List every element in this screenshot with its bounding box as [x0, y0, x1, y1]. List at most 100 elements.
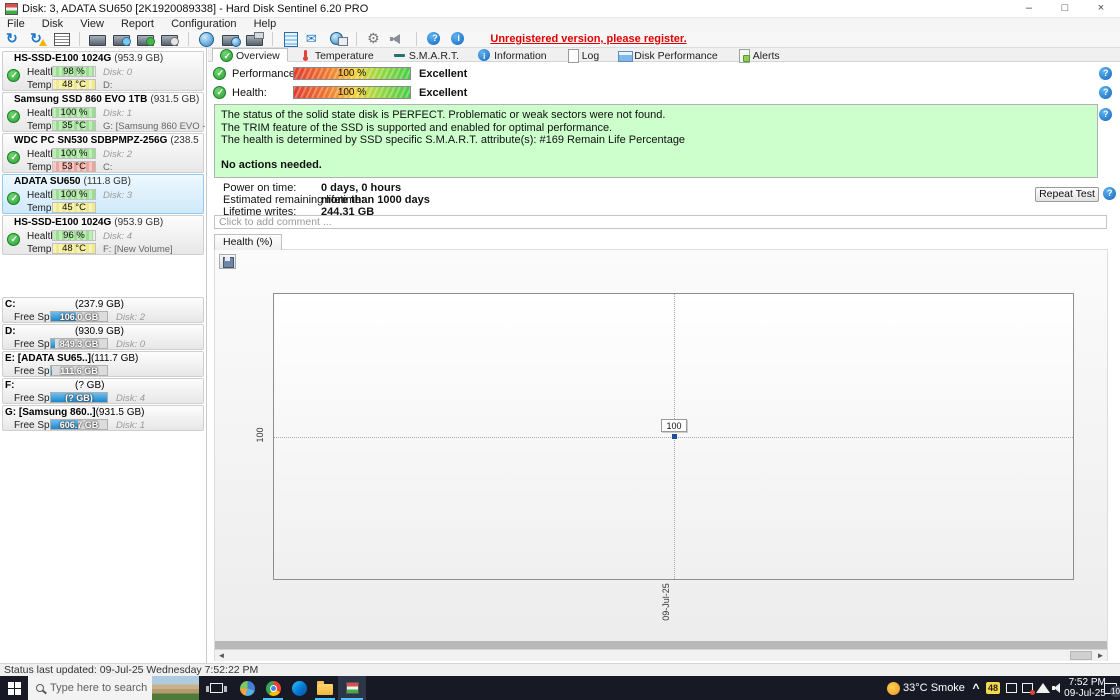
tab-alerts[interactable]: Alerts: [729, 48, 788, 62]
help-icon[interactable]: [424, 31, 445, 47]
disk-name: WDC PC SN530 SDBPMPZ-256G: [14, 135, 167, 146]
partition-size: (? GB): [75, 380, 104, 391]
disk-item-0[interactable]: HS-SSD-E100 1024G(953.9 GB) Health: 98 %…: [2, 51, 204, 91]
disk-name: ADATA SU650: [14, 176, 81, 187]
search-icon: [36, 684, 44, 692]
maximize-button[interactable]: □: [1050, 0, 1080, 18]
weather-text[interactable]: 33°C Smoke: [902, 676, 966, 700]
network-button[interactable]: [1035, 676, 1051, 700]
scroll-right-arrow[interactable]: ►: [1094, 650, 1107, 661]
comment-input[interactable]: [214, 215, 1107, 229]
report-icon[interactable]: [280, 31, 301, 47]
chart-tab-health[interactable]: Health (%): [214, 234, 282, 250]
disk-number-label: Disk: 0: [103, 67, 132, 78]
partition-name: G: [Samsung 860..]: [5, 407, 96, 418]
news-taskbar-button[interactable]: [234, 676, 260, 700]
sound-icon[interactable]: [388, 31, 409, 47]
tab-log[interactable]: Log: [558, 48, 608, 62]
tray-app-2[interactable]: [1019, 676, 1035, 700]
repeat-test-help-icon[interactable]: [1103, 187, 1116, 200]
taskbar-search[interactable]: Type here to search: [28, 676, 199, 700]
task-view-icon: [210, 683, 223, 693]
refresh-alert-icon[interactable]: [27, 31, 48, 47]
health-label: Health:: [27, 67, 49, 78]
menu-report[interactable]: Report: [114, 18, 161, 31]
tray-expand-button[interactable]: ^: [968, 676, 984, 700]
free-space-bar: 849.3 GB: [50, 338, 108, 349]
health-bar: 100 %: [293, 86, 411, 99]
disk-item-4[interactable]: HS-SSD-E100 1024G(953.9 GB) Health: 96 %…: [2, 215, 204, 255]
disk-icon[interactable]: [87, 31, 108, 47]
partition-item-d[interactable]: D:(930.9 GB) Free Space 849.3 GB Disk: 0: [2, 324, 204, 350]
tray-alert-icon: [1022, 683, 1033, 693]
action-center-button[interactable]: 10: [1100, 676, 1120, 700]
disk-ok-icon: [7, 69, 20, 82]
disk-search-icon[interactable]: [159, 31, 180, 47]
disk-ok-icon[interactable]: [135, 31, 156, 47]
health-bar: 100 %: [52, 107, 96, 118]
partition-item-g[interactable]: G: [Samsung 860..](931.5 GB) Free Space …: [2, 405, 204, 431]
status-bar: Status last updated: 09-Jul-25 Wednesday…: [0, 663, 1120, 676]
tab-overview[interactable]: Overview: [212, 48, 288, 62]
performance-ok-icon: [213, 67, 226, 80]
refresh-icon[interactable]: [3, 31, 24, 47]
chrome-taskbar-button[interactable]: [260, 676, 286, 700]
tab-smart[interactable]: S.M.A.R.T.: [385, 48, 467, 62]
tray-cpu-temp[interactable]: 48: [984, 676, 1002, 700]
settings-gear-icon[interactable]: [364, 31, 385, 47]
minimize-button[interactable]: –: [1014, 0, 1044, 18]
partition-size: (237.9 GB): [75, 299, 124, 310]
information-icon[interactable]: [448, 31, 469, 47]
web-report-icon[interactable]: [328, 31, 349, 47]
menu-help[interactable]: Help: [247, 18, 284, 31]
file-explorer-taskbar-button[interactable]: [312, 676, 338, 700]
log-page-icon: [566, 49, 579, 62]
disk-item-2[interactable]: WDC PC SN530 SDBPMPZ-256G(238.5 GB) Heal…: [2, 133, 204, 173]
windows-logo-icon: [8, 682, 21, 695]
partition-item-e[interactable]: E: [ADATA SU65..](111.7 GB) Free Space 1…: [2, 351, 204, 377]
repeat-test-button[interactable]: Repeat Test: [1035, 187, 1099, 202]
scrollbar-thumb[interactable]: [1070, 651, 1092, 660]
disk-ok-icon: [7, 192, 20, 205]
power-on-time-value: 0 days, 0 hours: [321, 182, 401, 194]
performance-help-icon[interactable]: [1099, 67, 1112, 80]
tray-app-1[interactable]: [1003, 676, 1019, 700]
chart-horizontal-scrollbar[interactable]: ◄ ►: [215, 649, 1107, 661]
disk-item-3-selected[interactable]: ADATA SU650(111.8 GB) Health: 100 % Disk…: [2, 174, 204, 214]
temp-bar: 48 °C: [52, 243, 96, 254]
health-help-icon[interactable]: [1099, 86, 1112, 99]
health-label: Health:: [232, 87, 267, 99]
search-daily-image[interactable]: [152, 676, 199, 700]
weather-widget[interactable]: [884, 676, 902, 700]
tab-temperature[interactable]: Temperature: [291, 48, 382, 62]
network-globe-icon[interactable]: [196, 31, 217, 47]
tab-information[interactable]: Information: [470, 48, 555, 62]
partition-item-c[interactable]: C:(237.9 GB) Free Space 106.0 GB Disk: 2: [2, 297, 204, 323]
save-chart-icon[interactable]: [219, 254, 236, 269]
hard-disk-sentinel-taskbar-button[interactable]: [338, 676, 366, 700]
disk-item-1[interactable]: Samsung SSD 860 EVO 1TB(931.5 GB) Health…: [2, 92, 204, 132]
register-link[interactable]: Unregistered version, please register.: [490, 31, 686, 47]
partition-item-f[interactable]: F:(? GB) Free Space (? GB) Disk: 4: [2, 378, 204, 404]
disk-surface-test-icon[interactable]: [51, 31, 72, 47]
close-button[interactable]: ×: [1086, 0, 1116, 18]
disk-clock-icon[interactable]: [111, 31, 132, 47]
disk-network-icon[interactable]: [220, 31, 241, 47]
scroll-left-arrow[interactable]: ◄: [215, 650, 228, 661]
menu-view[interactable]: View: [73, 18, 111, 31]
power-on-time-label: Power on time:: [223, 182, 296, 194]
status-help-icon[interactable]: [1099, 108, 1112, 121]
disk-size: (238.5 GB): [170, 135, 202, 146]
health-chart-plot: 100: [273, 293, 1074, 580]
task-view-button[interactable]: [202, 676, 230, 700]
send-email-icon[interactable]: [304, 31, 325, 47]
disk-print-icon[interactable]: [244, 31, 265, 47]
disk-size: (111.8 GB): [84, 176, 131, 187]
tab-disk-performance[interactable]: Disk Performance: [610, 48, 725, 62]
start-button[interactable]: [0, 676, 28, 700]
temp-bar: 48 °C: [52, 79, 96, 90]
menu-configuration[interactable]: Configuration: [164, 18, 243, 31]
main-panel: Overview Temperature S.M.A.R.T. Informat…: [208, 48, 1120, 663]
alerts-icon: [737, 49, 750, 62]
edge-taskbar-button[interactable]: [286, 676, 312, 700]
